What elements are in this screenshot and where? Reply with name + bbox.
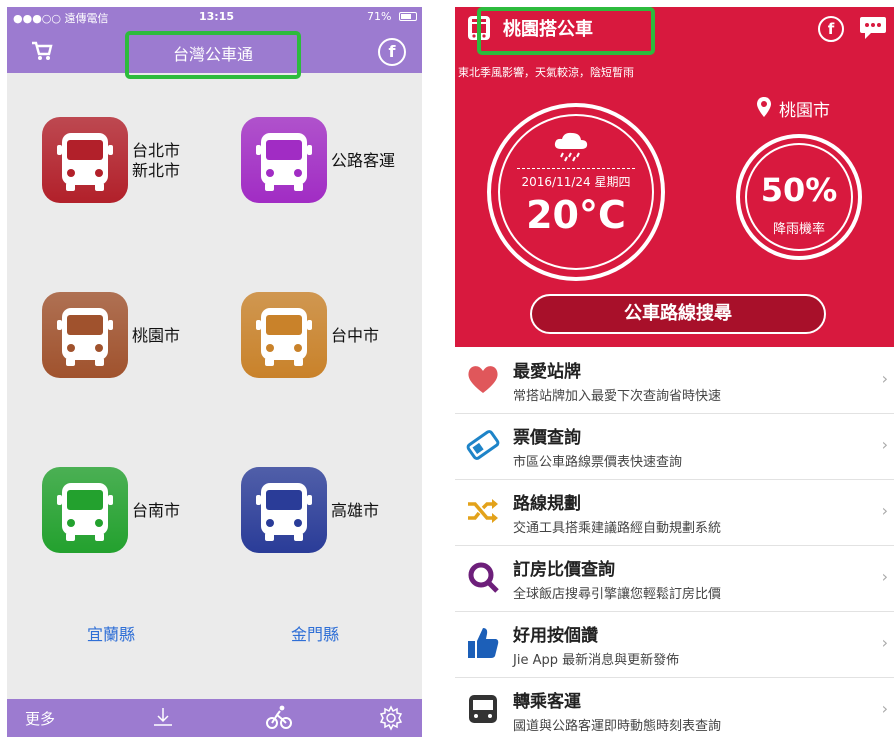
menu-item-title: 轉乘客運 bbox=[513, 692, 581, 712]
date-label: 2016/11/24 星期四 bbox=[521, 175, 631, 189]
bus-tile-label-intercity-coach[interactable]: 公路客運 bbox=[331, 151, 395, 171]
tab-bar: 更多 bbox=[7, 699, 422, 737]
bus-tile-label-taoyuan[interactable]: 桃園市 bbox=[132, 326, 180, 346]
feature-menu-list: 最愛站牌 常搭站牌加入最愛下次查詢省時快速 › 票價查詢 市區公車路線票價表快速查詢 › 路… bbox=[455, 347, 894, 740]
bus-tile-tainan[interactable] bbox=[42, 467, 128, 553]
menu-item-like-us[interactable]: 好用按個讚 Jie App 最新消息與更新發佈 › bbox=[455, 611, 894, 678]
bus-tile-label-line: 新北市 bbox=[132, 161, 181, 180]
weather-note: 東北季風影響，天氣較涼，陰短暫雨 bbox=[458, 66, 634, 79]
bus-tile-label-line: 公路客運 bbox=[331, 151, 396, 170]
menu-item-title: 路線規劃 bbox=[513, 494, 581, 514]
chevron-right-icon: › bbox=[881, 435, 888, 454]
menu-item-title: 好用按個讚 bbox=[513, 626, 598, 646]
menu-item-favorite-stops[interactable]: 最愛站牌常搭站牌加入最愛下次查詢省時快速 › bbox=[455, 347, 894, 414]
thumbs-up-icon bbox=[468, 628, 499, 658]
chevron-right-icon: › bbox=[881, 699, 888, 718]
bus-icon bbox=[256, 133, 312, 191]
chevron-right-icon: › bbox=[881, 567, 888, 586]
county-link-kinmen[interactable]: 金門縣 bbox=[291, 621, 339, 645]
cart-icon[interactable] bbox=[31, 41, 53, 61]
bus-tile-label-line: 台南市 bbox=[132, 501, 181, 520]
menu-item-coach-transfer[interactable]: 轉乘客運國道與公路客運即時動態時刻表查詢 › bbox=[455, 677, 894, 740]
menu-item-subtitle: 交通工具搭乘建議路經自動規劃系統 bbox=[513, 521, 722, 536]
page-title: 台灣公車通 bbox=[172, 45, 253, 64]
menu-item-subtitle: 全球飯店搜尋引擎讓您輕鬆訂房比價 bbox=[513, 587, 722, 602]
bus-icon bbox=[57, 483, 113, 541]
coach-icon bbox=[469, 695, 497, 723]
county-link-yilan[interactable]: 宜蘭縣 bbox=[87, 621, 135, 645]
nav-bar: 台灣公車通 f bbox=[7, 27, 422, 79]
temperature-value: 20°C bbox=[526, 193, 626, 237]
rain-cloud-icon bbox=[554, 132, 588, 162]
bus-icon bbox=[57, 308, 113, 366]
menu-item-title: 訂房比價查詢 bbox=[513, 560, 615, 580]
facebook-icon[interactable]: f bbox=[378, 38, 406, 66]
rain-label: 降雨機率 bbox=[772, 222, 825, 237]
facebook-icon[interactable]: f bbox=[818, 16, 844, 42]
tab-more[interactable]: 更多 bbox=[25, 708, 55, 729]
chevron-right-icon: › bbox=[881, 369, 888, 388]
bus-icon bbox=[57, 133, 113, 191]
bus-tile-taichung[interactable] bbox=[241, 292, 327, 378]
route-search-button[interactable]: 公車路線搜尋 bbox=[530, 294, 826, 334]
bus-tile-label-taichung[interactable]: 台中市 bbox=[331, 326, 379, 346]
menu-item-title: 票價查詢 bbox=[513, 428, 581, 448]
status-bar: ●●●○○ 遠傳電信 13:15 71% bbox=[7, 7, 422, 27]
menu-item-route-planning[interactable]: 路線規劃交通工具搭乘建議路經自動規劃系統 › bbox=[455, 479, 894, 546]
battery-percent: 71% bbox=[367, 10, 392, 23]
menu-item-subtitle: 市區公車路線票價表快速查詢 bbox=[513, 455, 683, 470]
location-pin-icon bbox=[757, 97, 771, 117]
left-phone-screen: ●●●○○ 遠傳電信 13:15 71% 台灣公車通 f 台北市 新北市 公路客運桃… bbox=[7, 7, 422, 737]
shuffle-icon bbox=[468, 499, 498, 523]
bus-tile-taoyuan[interactable] bbox=[42, 292, 128, 378]
chevron-right-icon: › bbox=[881, 633, 888, 652]
bus-tile-kaohsiung[interactable] bbox=[241, 467, 327, 553]
chat-bubble-icon[interactable] bbox=[859, 15, 887, 41]
weather-header: 桃園搭公車 f 東北季風影響，天氣較涼，陰短暫雨 桃園市 2016/11/24 … bbox=[455, 7, 894, 347]
bus-tile-label-tainan[interactable]: 台南市 bbox=[132, 501, 180, 521]
menu-item-fare-lookup[interactable]: 票價查詢市區公車路線票價表快速查詢 › bbox=[455, 413, 894, 480]
bus-icon bbox=[256, 483, 312, 541]
menu-item-hotel-price-compare[interactable]: 訂房比價查詢全球飯店搜尋引擎讓您輕鬆訂房比價 › bbox=[455, 545, 894, 612]
bus-tile-label-taipei[interactable]: 台北市 新北市 bbox=[132, 141, 180, 181]
bus-tile-intercity-coach[interactable] bbox=[241, 117, 327, 203]
bus-tile-label-line: 台北市 bbox=[132, 141, 181, 160]
location-label: 桃園市 bbox=[779, 101, 830, 121]
carrier-label: ●●●○○ 遠傳電信 bbox=[13, 12, 109, 25]
chevron-right-icon: › bbox=[881, 501, 888, 520]
menu-item-subtitle: 常搭站牌加入最愛下次查詢省時快速 bbox=[513, 389, 722, 404]
battery-icon bbox=[399, 12, 417, 21]
menu-item-subtitle: Jie App 最新消息與更新發佈 bbox=[513, 653, 680, 668]
bus-tile-taipei[interactable] bbox=[42, 117, 128, 203]
right-phone-screen: 桃園搭公車 f 東北季風影響，天氣較涼，陰短暫雨 桃園市 2016/11/24 … bbox=[455, 7, 894, 740]
settings-gear-icon[interactable] bbox=[378, 705, 404, 731]
menu-item-title: 最愛站牌 bbox=[513, 362, 581, 382]
date-divider bbox=[517, 168, 635, 169]
status-time: 13:15 bbox=[199, 10, 235, 23]
ticket-icon bbox=[466, 430, 500, 460]
app-title: 桃園搭公車 bbox=[503, 19, 593, 40]
download-icon[interactable] bbox=[151, 705, 175, 729]
bicycle-icon[interactable] bbox=[265, 704, 293, 730]
search-icon bbox=[468, 562, 499, 593]
menu-item-subtitle: 國道與公路客運即時動態時刻表查詢 bbox=[513, 719, 722, 734]
bus-tile-label-line: 桃園市 bbox=[132, 326, 181, 345]
bus-tile-label-kaohsiung[interactable]: 高雄市 bbox=[331, 501, 379, 521]
rain-percent: 50% bbox=[760, 171, 838, 209]
bus-tile-label-line: 台中市 bbox=[331, 326, 380, 345]
bus-tile-label-line: 高雄市 bbox=[331, 501, 380, 520]
heart-icon bbox=[468, 366, 498, 393]
bus-icon bbox=[256, 308, 312, 366]
